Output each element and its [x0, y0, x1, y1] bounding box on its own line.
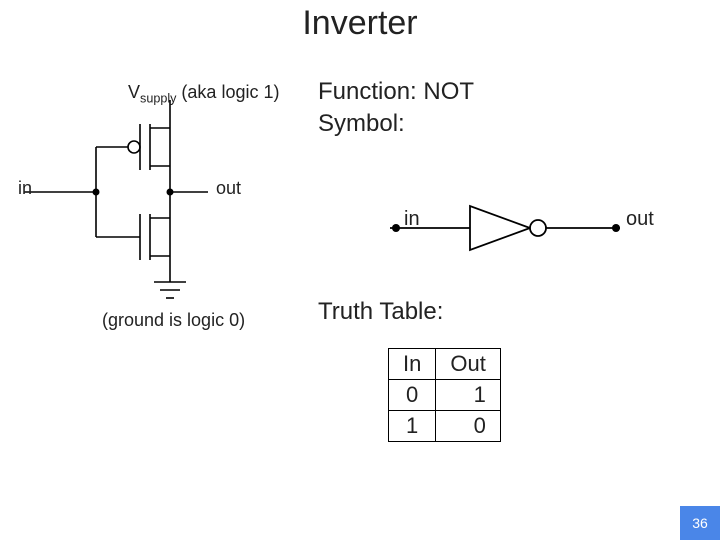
- circuit-out-label: out: [216, 178, 241, 199]
- symbol-label: Symbol:: [318, 110, 405, 138]
- truth-cell: 0: [389, 380, 436, 411]
- page-title: Inverter: [0, 4, 720, 43]
- page-number: 36: [680, 506, 720, 540]
- supply-v: V: [128, 82, 140, 102]
- truth-cell: 1: [389, 411, 436, 442]
- truth-table-label: Truth Table:: [318, 298, 443, 326]
- truth-header-out: Out: [436, 349, 500, 380]
- table-row: In Out: [389, 349, 501, 380]
- table-row: 0 1: [389, 380, 501, 411]
- truth-header-in: In: [389, 349, 436, 380]
- function-label: Function: NOT: [318, 78, 474, 106]
- circuit-in-label: in: [18, 178, 32, 199]
- truth-cell: 1: [436, 380, 500, 411]
- table-row: 1 0: [389, 411, 501, 442]
- cmos-circuit-icon: [10, 100, 290, 310]
- supply-suffix: (aka logic 1): [176, 82, 279, 102]
- ground-note: (ground is logic 0): [102, 310, 245, 331]
- truth-table: In Out 0 1 1 0: [388, 348, 501, 442]
- not-gate-icon: [390, 198, 640, 258]
- truth-cell: 0: [436, 411, 500, 442]
- symbol-in-label: in: [404, 208, 420, 231]
- symbol-out-label: out: [626, 208, 654, 231]
